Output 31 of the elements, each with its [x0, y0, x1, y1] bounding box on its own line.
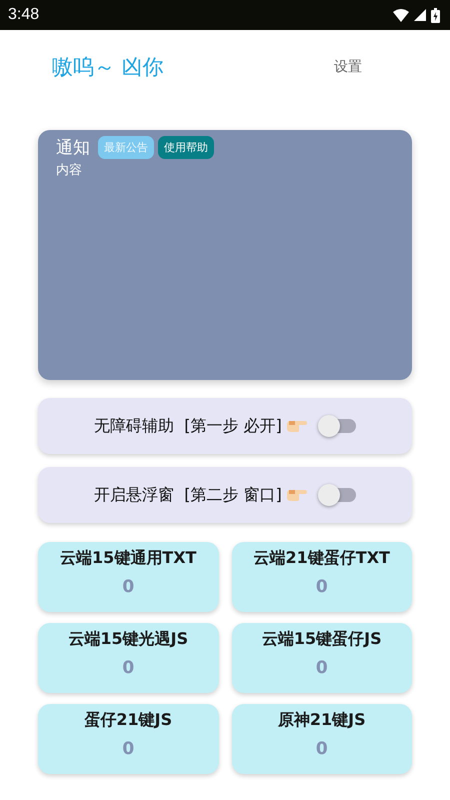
script-name: 蛋仔21键JS	[84, 710, 172, 731]
script-card[interactable]: 云端15键通用TXT 0	[38, 542, 218, 612]
script-card[interactable]: 云端15键蛋仔JS 0	[232, 623, 412, 693]
script-card[interactable]: 云端15键光遇JS 0	[38, 623, 218, 693]
signal-icon	[414, 9, 426, 21]
script-count: 0	[122, 577, 134, 597]
pointing-hand-icon	[286, 419, 308, 433]
script-name: 云端15键蛋仔JS	[262, 629, 382, 650]
script-name: 云端15键光遇JS	[68, 629, 188, 650]
notice-tag[interactable]: 使用帮助	[158, 136, 214, 159]
settings-link[interactable]: 设置	[334, 58, 362, 76]
script-count: 0	[316, 658, 328, 678]
switch-label: 开启悬浮窗 [第二步 窗口]	[94, 484, 282, 506]
status-time: 3:48	[8, 6, 40, 24]
script-name: 原神21键JS	[278, 710, 366, 731]
script-card[interactable]: 云端21键蛋仔TXT 0	[232, 542, 412, 612]
notice-content: 内容	[56, 162, 83, 179]
battery-icon	[431, 8, 440, 22]
script-card[interactable]: 原神21键JS 0	[232, 704, 412, 774]
pointing-hand-icon	[286, 488, 308, 502]
script-name: 云端21键蛋仔TXT	[254, 548, 390, 569]
script-count: 0	[122, 658, 134, 678]
wifi-icon	[393, 8, 409, 22]
script-count: 0	[122, 739, 134, 759]
switch-label: 无障碍辅助 [第一步 必开]	[94, 416, 282, 436]
script-count: 0	[316, 577, 328, 597]
notice-title: 通知	[56, 137, 90, 159]
app-title: 嗷呜～ 凶你	[52, 54, 164, 81]
script-name: 云端15键通用TXT	[60, 548, 196, 569]
script-count: 0	[316, 739, 328, 759]
script-card[interactable]: 蛋仔21键JS 0	[38, 704, 218, 774]
